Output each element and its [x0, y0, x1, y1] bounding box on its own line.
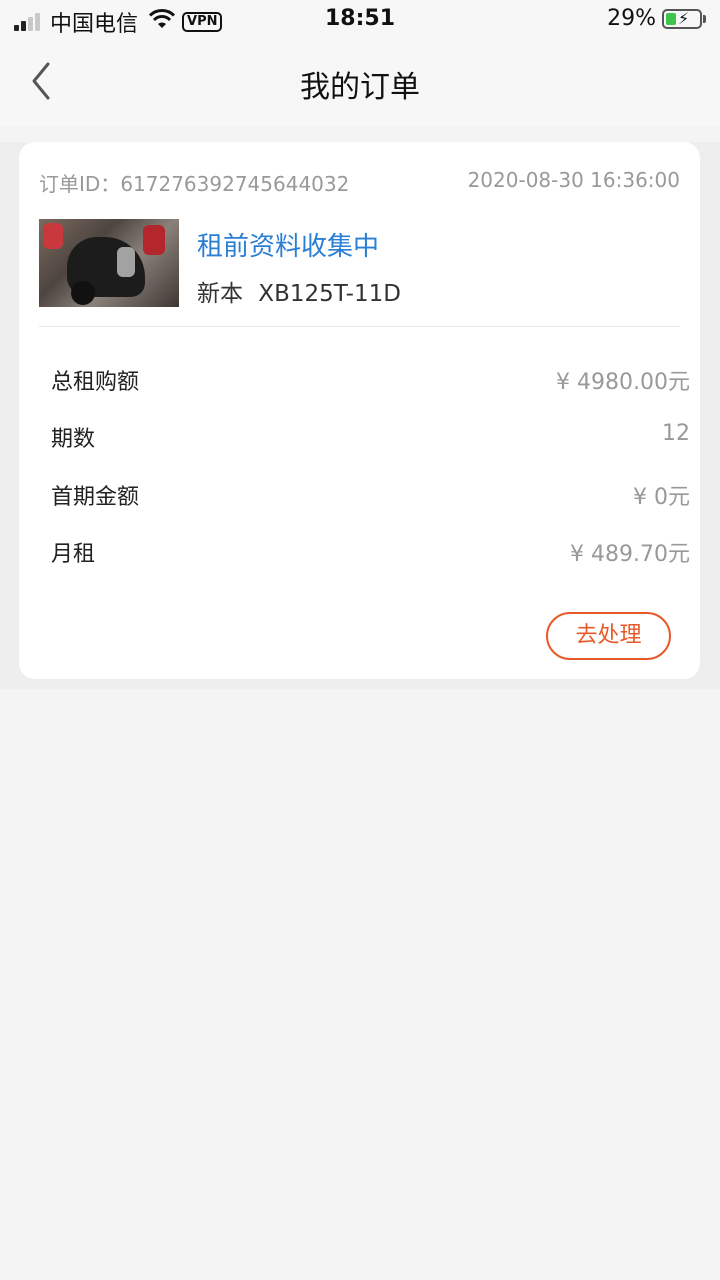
battery-tip	[703, 14, 706, 23]
product-model: 新本 XB125T-11D	[197, 281, 401, 307]
order-status: 租前资料收集中	[197, 232, 380, 262]
order-date: 2020-08-30 16:36:00	[467, 168, 680, 192]
order-id: 订单ID：617276392745644032	[39, 168, 349, 197]
product-image	[39, 219, 179, 307]
order-id-label: 订单ID：	[39, 172, 121, 196]
order-card[interactable]: 订单ID：617276392745644032 2020-08-30 16:36…	[19, 142, 700, 679]
status-right: 29% ⚡	[607, 6, 706, 31]
status-bar: 中国电信 VPN 18:51 29% ⚡	[0, 0, 720, 40]
detail-value: ¥ 489.70元	[570, 542, 690, 567]
detail-value: ¥ 4980.00元	[556, 370, 690, 395]
detail-row-monthly: 月租 ¥ 489.70元	[51, 536, 690, 576]
divider	[39, 326, 680, 327]
detail-row-total: 总租购额 ¥ 4980.00元	[51, 364, 690, 404]
detail-row-periods: 期数 12	[51, 421, 690, 461]
detail-label: 期数	[51, 427, 96, 452]
page-title: 我的订单	[300, 70, 420, 105]
order-list: 订单ID：617276392745644032 2020-08-30 16:36…	[0, 142, 720, 689]
battery-percent: 29%	[607, 6, 656, 31]
nav-bar: 我的订单	[0, 40, 720, 126]
process-button[interactable]: 去处理	[546, 612, 671, 660]
detail-label: 总租购额	[51, 370, 140, 395]
order-id-value: 617276392745644032	[120, 172, 350, 196]
battery-icon: ⚡	[662, 8, 702, 29]
detail-label: 月租	[51, 542, 96, 567]
detail-label: 首期金额	[51, 485, 140, 510]
detail-value: 12	[662, 421, 690, 446]
detail-value: ¥ 0元	[633, 485, 690, 510]
detail-row-down-payment: 首期金额 ¥ 0元	[51, 479, 690, 519]
